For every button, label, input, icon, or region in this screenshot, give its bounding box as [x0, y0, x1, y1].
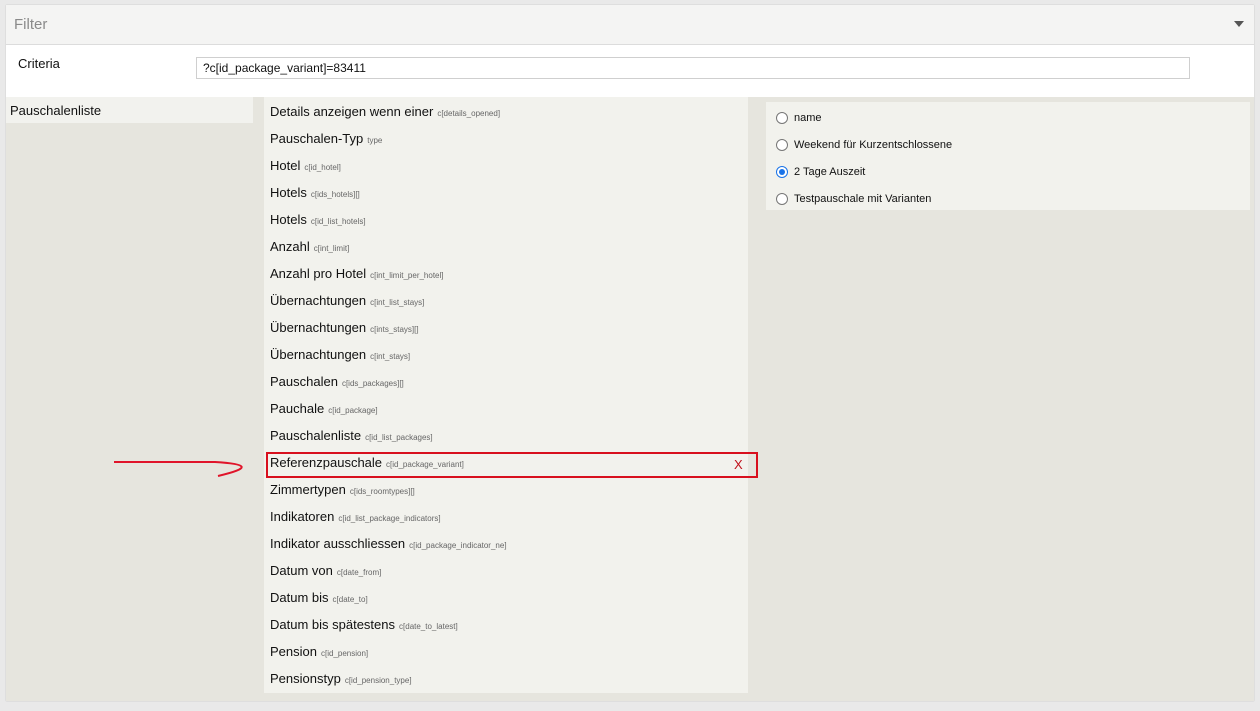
caret-down-icon[interactable]: [1234, 21, 1244, 27]
field-item[interactable]: Hotels c[ids_hotels][]: [270, 184, 746, 210]
field-list: Details anzeigen wenn einer c[details_ope…: [264, 97, 748, 693]
field-label: Details anzeigen wenn einer: [270, 104, 434, 119]
field-item[interactable]: Pensionstyp c[id_pension_type]: [270, 670, 746, 696]
field-key: c[date_to]: [332, 595, 368, 604]
field-label: Pauschalen-Typ: [270, 131, 364, 146]
list-item-pauschalenliste[interactable]: Pauschalenliste: [6, 97, 253, 123]
field-item-selected[interactable]: Referenzpauschale c[id_package_variant]: [270, 454, 746, 480]
field-key: c[id_hotel]: [304, 163, 341, 172]
field-key: c[int_limit]: [313, 244, 350, 253]
field-key: c[ids_hotels][]: [310, 190, 360, 199]
filter-title: Filter: [14, 16, 48, 33]
list-item-label: Pauschalenliste: [10, 103, 102, 118]
field-key: c[id_package_variant]: [386, 460, 464, 469]
field-item[interactable]: Übernachtungen c[int_stays]: [270, 346, 746, 372]
field-item[interactable]: Anzahl pro Hotel c[int_limit_per_hotel]: [270, 265, 746, 291]
field-label: Pension: [270, 644, 317, 659]
field-item[interactable]: Pauschalen-Typ type: [270, 130, 746, 156]
field-key: c[id_list_hotels]: [310, 217, 366, 226]
field-label: Datum bis spätestens: [270, 617, 396, 632]
field-key: c[id_package]: [328, 406, 378, 415]
field-label: Übernachtungen: [270, 293, 367, 308]
field-key: c[id_list_packages]: [365, 433, 433, 442]
field-key: c[id_pension_type]: [344, 676, 412, 685]
field-label: Zimmertypen: [270, 482, 346, 497]
field-item[interactable]: Übernachtungen c[int_list_stays]: [270, 292, 746, 318]
field-key: c[ids_roomtypes][]: [349, 487, 415, 496]
field-label: Indikator ausschliessen: [270, 536, 406, 551]
field-label: Übernachtungen: [270, 347, 367, 362]
field-label: Anzahl: [270, 239, 310, 254]
field-item[interactable]: Hotel c[id_hotel]: [270, 157, 746, 183]
filter-header[interactable]: Filter: [6, 5, 1254, 45]
field-item[interactable]: Pauschalenliste c[id_list_packages]: [270, 427, 746, 453]
field-key: c[id_pension]: [320, 649, 369, 658]
radio-label: name: [794, 112, 822, 124]
field-label: Indikatoren: [270, 509, 335, 524]
field-item[interactable]: Datum von c[date_from]: [270, 562, 746, 588]
field-key: type: [367, 136, 383, 145]
radio-label: Weekend für Kurzentschlossene: [794, 139, 953, 151]
field-label: Referenzpauschale: [270, 455, 383, 470]
radio-button[interactable]: [776, 139, 788, 151]
field-item[interactable]: Übernachtungen c[ints_stays][]: [270, 319, 746, 345]
field-label: Pauchale: [270, 401, 325, 416]
field-key: c[id_package_indicator_ne]: [409, 541, 507, 550]
field-item[interactable]: Details anzeigen wenn einer c[details_ope…: [270, 103, 746, 129]
field-item[interactable]: Datum bis spätestens c[date_to_latest]: [270, 616, 746, 642]
field-item[interactable]: Indikatoren c[id_list_package_indicators]: [270, 508, 746, 534]
field-label: Pauschalen: [270, 374, 338, 389]
criteria-label: Criteria: [18, 56, 60, 71]
field-item[interactable]: Pension c[id_pension]: [270, 643, 746, 669]
criteria-row: Criteria: [6, 45, 1254, 97]
field-item[interactable]: Datum bis c[date_to]: [270, 589, 746, 615]
radio-button[interactable]: [776, 112, 788, 124]
field-item[interactable]: Anzahl c[int_limit]: [270, 238, 746, 264]
field-label: Hotel: [270, 158, 301, 173]
criteria-input[interactable]: [196, 57, 1190, 79]
field-key: c[id_list_package_indicators]: [338, 514, 441, 523]
left-column: Pauschalenliste: [6, 97, 253, 693]
radio-label: Testpauschale mit Varianten: [794, 193, 932, 205]
field-label: Pauschalenliste: [270, 428, 362, 443]
field-label: Hotels: [270, 212, 307, 227]
field-key: c[date_to_latest]: [399, 622, 458, 631]
field-label: Datum bis: [270, 590, 329, 605]
radio-button-checked[interactable]: [776, 166, 788, 178]
field-key: c[int_stays]: [370, 352, 411, 361]
options-list: name Weekend für Kurzentschlossene 2 Tag…: [766, 102, 1250, 210]
radio-button[interactable]: [776, 193, 788, 205]
field-label: Datum von: [270, 563, 333, 578]
field-key: c[date_from]: [336, 568, 382, 577]
field-key: c[details_opened]: [437, 109, 501, 118]
field-key: c[ids_packages][]: [341, 379, 404, 388]
field-item[interactable]: Zimmertypen c[ids_roomtypes][]: [270, 481, 746, 507]
field-item[interactable]: Pauchale c[id_package]: [270, 400, 746, 426]
field-key: c[ints_stays][]: [370, 325, 419, 334]
field-item[interactable]: Hotels c[id_list_hotels]: [270, 211, 746, 237]
field-item[interactable]: Pauschalen c[ids_packages][]: [270, 373, 746, 399]
remove-field-button[interactable]: X: [734, 457, 743, 472]
field-key: c[int_list_stays]: [370, 298, 425, 307]
field-label: Pensionstyp: [270, 671, 341, 686]
field-label: Anzahl pro Hotel: [270, 266, 367, 281]
field-item[interactable]: Indikator ausschliessen c[id_package_indi…: [270, 535, 746, 561]
field-label: Hotels: [270, 185, 307, 200]
field-label: Übernachtungen: [270, 320, 367, 335]
field-key: c[int_limit_per_hotel]: [370, 271, 444, 280]
radio-label: 2 Tage Auszeit: [794, 166, 866, 178]
